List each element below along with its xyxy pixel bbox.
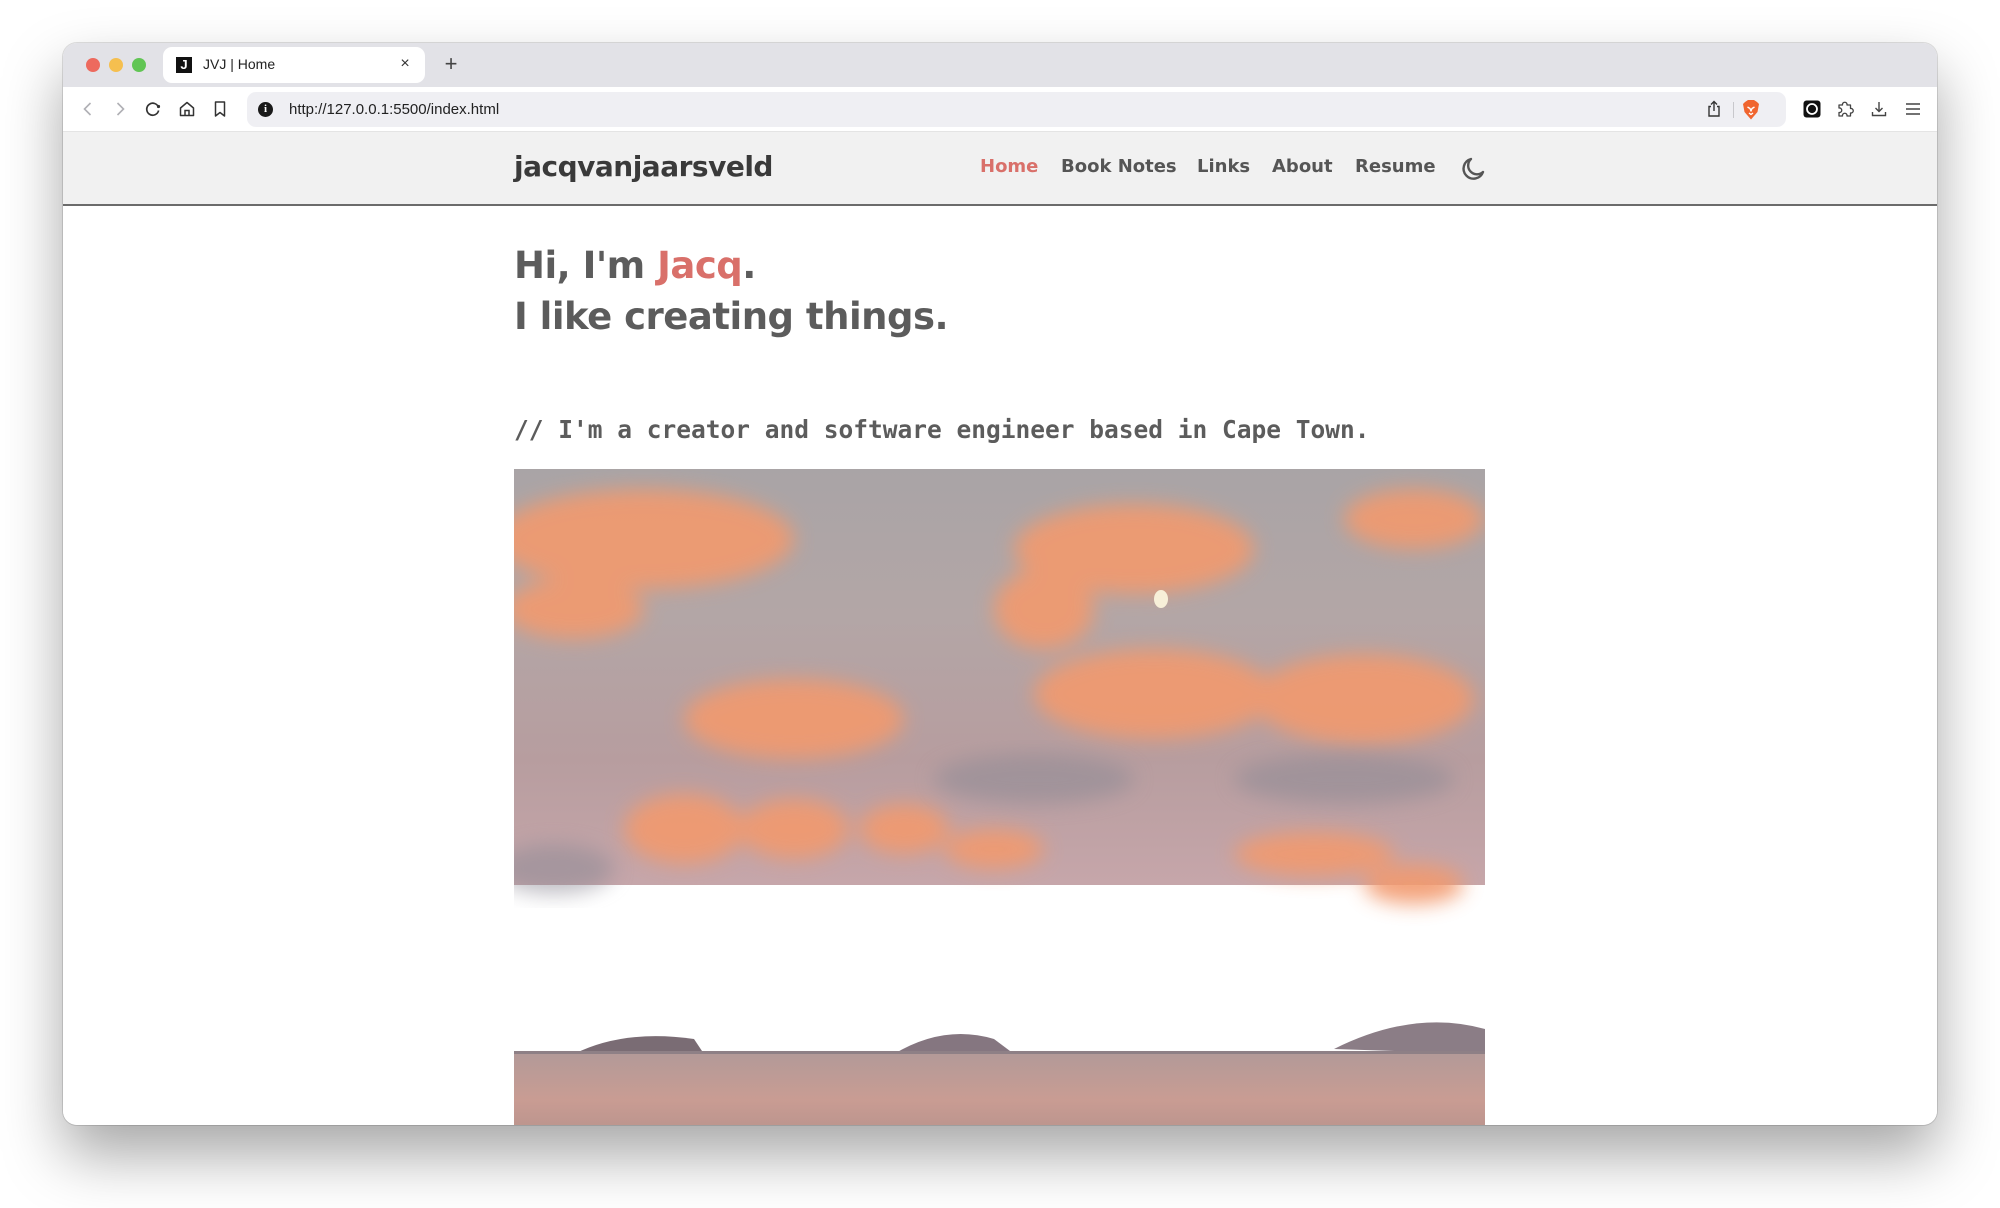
forward-icon	[116, 102, 125, 116]
hero-greeting: Hi, I'm Jacq.	[514, 244, 756, 288]
home-icon	[179, 101, 195, 117]
brave-shields-icon[interactable]	[1741, 99, 1761, 121]
favicon-icon: J	[176, 57, 192, 73]
site-info-icon[interactable]: i	[258, 102, 273, 117]
browser-toolbar: i http://127.0.0.1:5500/index.html	[63, 87, 1937, 132]
home-button[interactable]	[175, 97, 199, 121]
nav-about[interactable]: About	[1272, 156, 1333, 178]
tab-home[interactable]: J JVJ | Home ×	[163, 47, 425, 83]
nav-links[interactable]: Links	[1197, 156, 1250, 178]
downloads-button[interactable]	[1867, 97, 1891, 121]
close-window-button[interactable]	[86, 58, 100, 72]
browser-window: J JVJ | Home × + i http://127.0.0.1:5500…	[63, 43, 1937, 1125]
back-button[interactable]	[76, 97, 100, 121]
minimize-window-button[interactable]	[109, 58, 123, 72]
web-page: jacqvanjaarsveld Home Book Notes Links A…	[63, 132, 1937, 1125]
nav-book-notes[interactable]: Book Notes	[1061, 156, 1177, 178]
downloads-icon	[1871, 102, 1887, 117]
moon-icon[interactable]	[1460, 156, 1486, 182]
extensions-button[interactable]	[1833, 97, 1857, 121]
nav-resume[interactable]: Resume	[1355, 156, 1436, 178]
site-header: jacqvanjaarsveld Home Book Notes Links A…	[63, 132, 1937, 206]
hero-name: Jacq	[657, 244, 743, 287]
nav-home[interactable]: Home	[980, 156, 1038, 178]
site-logo[interactable]: jacqvanjaarsveld	[514, 150, 773, 184]
hero-tagline: I like creating things.	[514, 295, 949, 338]
tab-title: JVJ | Home	[203, 56, 276, 72]
hero-photo	[514, 469, 1485, 1125]
address-bar[interactable]: i http://127.0.0.1:5500/index.html	[247, 92, 1786, 127]
back-icon	[83, 102, 92, 116]
extension-button[interactable]	[1800, 97, 1824, 121]
hero-subtitle: // I'm a creator and software engineer b…	[514, 415, 1370, 444]
extension-icon	[1803, 100, 1821, 118]
maximize-window-button[interactable]	[132, 58, 146, 72]
close-tab-button[interactable]: ×	[395, 54, 415, 74]
bookmark-icon	[214, 101, 226, 117]
reload-button[interactable]	[141, 97, 165, 121]
photo-illustration	[514, 469, 1485, 1125]
menu-button[interactable]	[1901, 97, 1925, 121]
greeting-suffix: .	[742, 244, 756, 287]
extensions-puzzle-icon	[1838, 101, 1854, 117]
bookmark-button[interactable]	[208, 97, 232, 121]
new-tab-button[interactable]: +	[438, 51, 464, 77]
forward-button[interactable]	[108, 97, 132, 121]
menu-icon	[1906, 103, 1920, 115]
tab-strip: J JVJ | Home × +	[63, 43, 1937, 87]
share-icon[interactable]	[1704, 99, 1724, 119]
url-text[interactable]: http://127.0.0.1:5500/index.html	[289, 101, 499, 118]
greeting-prefix: Hi, I'm	[514, 244, 658, 287]
address-bar-divider	[1733, 102, 1734, 118]
reload-icon	[145, 102, 161, 117]
